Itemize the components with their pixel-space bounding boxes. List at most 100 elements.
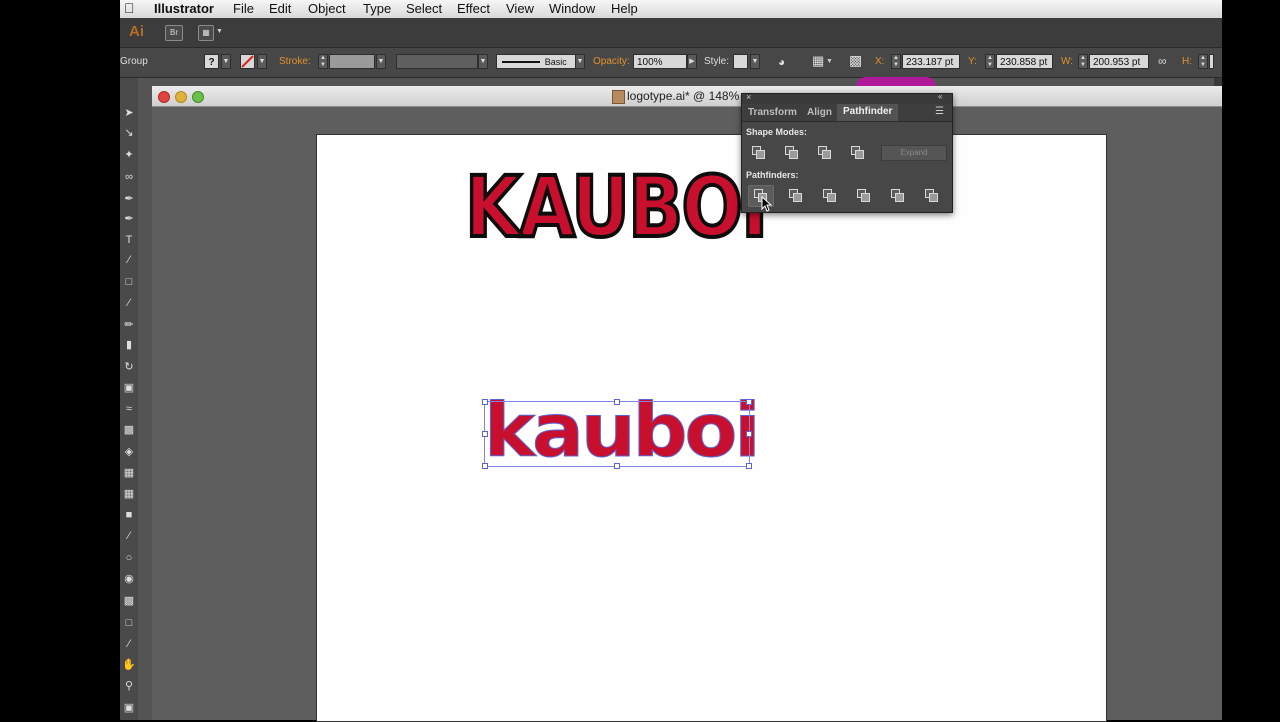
panel-menu-icon[interactable]: ☰ bbox=[935, 106, 944, 117]
opacity-slider-toggle[interactable]: ▶ bbox=[687, 54, 697, 69]
w-field[interactable]: 200.953 pt bbox=[1089, 54, 1149, 69]
y-stepper[interactable]: ▲ ▼ bbox=[985, 54, 995, 69]
rectangle-tool-icon[interactable]: □ bbox=[122, 275, 136, 289]
resize-handle-top-left[interactable] bbox=[482, 399, 488, 405]
shape-builder-tool-icon[interactable]: ◈ bbox=[122, 445, 136, 459]
resize-handle-middle-left[interactable] bbox=[482, 431, 488, 437]
tab-pathfinder[interactable]: Pathfinder bbox=[837, 104, 899, 121]
h-field[interactable] bbox=[1209, 54, 1214, 69]
menu-window[interactable]: Window bbox=[549, 1, 595, 16]
blend-tool-icon[interactable]: ○ bbox=[122, 551, 136, 565]
outline-icon[interactable] bbox=[891, 189, 904, 202]
menu-help[interactable]: Help bbox=[611, 1, 638, 16]
y-field[interactable]: 230.858 pt bbox=[996, 54, 1053, 69]
expand-button[interactable]: Expand bbox=[881, 145, 947, 161]
exclude-icon[interactable] bbox=[851, 146, 864, 159]
line-segment-tool-icon[interactable]: ⁄ bbox=[122, 253, 136, 267]
panel-close-icon[interactable]: × bbox=[746, 92, 751, 102]
stroke-label[interactable]: Stroke: bbox=[279, 56, 311, 67]
type-tool-icon[interactable]: T bbox=[122, 233, 136, 247]
menu-select[interactable]: Select bbox=[406, 1, 442, 16]
minimize-window-button[interactable] bbox=[175, 91, 187, 103]
stroke-weight-stepper[interactable]: ▲ ▼ bbox=[318, 54, 328, 69]
tab-align[interactable]: Align bbox=[807, 107, 832, 118]
resize-handle-middle-right[interactable] bbox=[746, 431, 752, 437]
resize-handle-bottom-right[interactable] bbox=[746, 463, 752, 469]
stroke-weight-field[interactable] bbox=[329, 54, 375, 69]
crop-icon[interactable] bbox=[857, 189, 870, 202]
arrange-documents-icon[interactable]: ▦ bbox=[198, 25, 214, 41]
pen-tool-icon[interactable]: ✒ bbox=[122, 192, 136, 206]
resize-handle-top-right[interactable] bbox=[746, 399, 752, 405]
menu-effect[interactable]: Effect bbox=[457, 1, 490, 16]
app-menu[interactable]: Illustrator bbox=[154, 1, 214, 16]
align-options-icon[interactable]: ▦ bbox=[812, 53, 824, 69]
resize-handle-bottom-center[interactable] bbox=[614, 463, 620, 469]
close-window-button[interactable] bbox=[158, 91, 170, 103]
mesh-tool-icon[interactable]: ▦ bbox=[122, 487, 136, 501]
menu-view[interactable]: View bbox=[506, 1, 534, 16]
trim-icon[interactable] bbox=[789, 189, 802, 202]
brush-dropdown[interactable]: ▼ bbox=[575, 54, 585, 69]
menu-edit[interactable]: Edit bbox=[269, 1, 291, 16]
opacity-label[interactable]: Opacity: bbox=[593, 56, 630, 67]
menu-object[interactable]: Object bbox=[308, 1, 346, 16]
selection-bounding-box[interactable] bbox=[482, 399, 752, 469]
fill-stroke-icon[interactable]: ▣ bbox=[122, 701, 136, 715]
intersect-icon[interactable] bbox=[818, 146, 831, 159]
curvature-tool-icon[interactable]: ✒ bbox=[122, 212, 136, 226]
selection-tool-icon[interactable]: ➤ bbox=[122, 106, 136, 120]
chevron-down-icon[interactable]: ▼ bbox=[216, 28, 223, 35]
tab-transform[interactable]: Transform bbox=[748, 107, 797, 118]
stroke-swatch[interactable] bbox=[240, 54, 255, 69]
slice-tool-icon[interactable]: ⁄ bbox=[122, 637, 136, 651]
lasso-tool-icon[interactable]: ∞ bbox=[122, 170, 136, 184]
eraser-tool-icon[interactable]: ▮ bbox=[122, 338, 136, 352]
recolor-artwork-icon[interactable]: ◕ bbox=[778, 55, 785, 69]
scale-tool-icon[interactable]: ▣ bbox=[122, 381, 136, 395]
panel-collapse-icon[interactable]: « bbox=[938, 92, 942, 101]
fill-swatch[interactable]: ? bbox=[204, 54, 219, 69]
variable-width-profile[interactable] bbox=[396, 54, 478, 69]
apple-menu-icon[interactable]:  bbox=[124, 0, 135, 16]
perspective-grid-tool-icon[interactable]: ▦ bbox=[122, 466, 136, 480]
pencil-tool-icon[interactable]: ✏ bbox=[122, 318, 136, 332]
constrain-proportions-icon[interactable]: ∞ bbox=[1158, 54, 1167, 68]
free-transform-tool-icon[interactable]: ▩ bbox=[122, 423, 136, 437]
paintbrush-tool-icon[interactable]: ⁄ bbox=[122, 296, 136, 310]
opacity-field[interactable]: 100% bbox=[633, 54, 687, 69]
column-graph-tool-icon[interactable]: ▩ bbox=[122, 594, 136, 608]
fill-dropdown[interactable]: ▼ bbox=[221, 54, 231, 69]
zoom-tool-icon[interactable]: ⚲ bbox=[122, 679, 136, 693]
reference-point-icon[interactable]: ▩ bbox=[849, 52, 862, 69]
stroke-swatch-dropdown[interactable]: ▼ bbox=[257, 54, 267, 69]
rotate-tool-icon[interactable]: ↻ bbox=[122, 360, 136, 374]
symbol-sprayer-tool-icon[interactable]: ◉ bbox=[122, 572, 136, 586]
magic-wand-tool-icon[interactable]: ✦ bbox=[122, 148, 136, 162]
panel-header[interactable]: × « bbox=[742, 92, 952, 104]
zoom-window-button[interactable] bbox=[192, 91, 204, 103]
graphic-style-swatch[interactable] bbox=[733, 54, 748, 69]
menu-file[interactable]: File bbox=[233, 1, 254, 16]
hand-tool-icon[interactable]: ✋ bbox=[122, 658, 136, 672]
h-stepper[interactable]: ▲ ▼ bbox=[1198, 54, 1208, 69]
unite-icon[interactable] bbox=[752, 146, 765, 159]
eyedropper-tool-icon[interactable]: ⁄ bbox=[122, 529, 136, 543]
direct-selection-tool-icon[interactable]: ↘ bbox=[122, 126, 136, 140]
resize-handle-top-center[interactable] bbox=[614, 399, 620, 405]
width-tool-icon[interactable]: ≈ bbox=[122, 402, 136, 416]
merge-icon[interactable] bbox=[823, 189, 836, 202]
align-chevron-down-icon[interactable]: ▼ bbox=[826, 58, 833, 65]
brush-definition[interactable]: Basic bbox=[496, 54, 576, 69]
x-field[interactable]: 233.187 pt bbox=[902, 54, 960, 69]
minus-front-icon[interactable] bbox=[785, 146, 798, 159]
gradient-tool-icon[interactable]: ■ bbox=[122, 508, 136, 522]
menu-type[interactable]: Type bbox=[363, 1, 391, 16]
w-stepper[interactable]: ▲ ▼ bbox=[1078, 54, 1088, 69]
bridge-button[interactable]: Br bbox=[165, 25, 183, 41]
variable-width-dropdown[interactable]: ▼ bbox=[478, 54, 488, 69]
artboard-tool-icon[interactable]: □ bbox=[122, 616, 136, 630]
resize-handle-bottom-left[interactable] bbox=[482, 463, 488, 469]
logo-outlined-kauboi[interactable]: KAUBOI bbox=[463, 156, 770, 258]
document-title-bar[interactable]: logotype.ai* @ 148% bbox=[152, 86, 1222, 107]
